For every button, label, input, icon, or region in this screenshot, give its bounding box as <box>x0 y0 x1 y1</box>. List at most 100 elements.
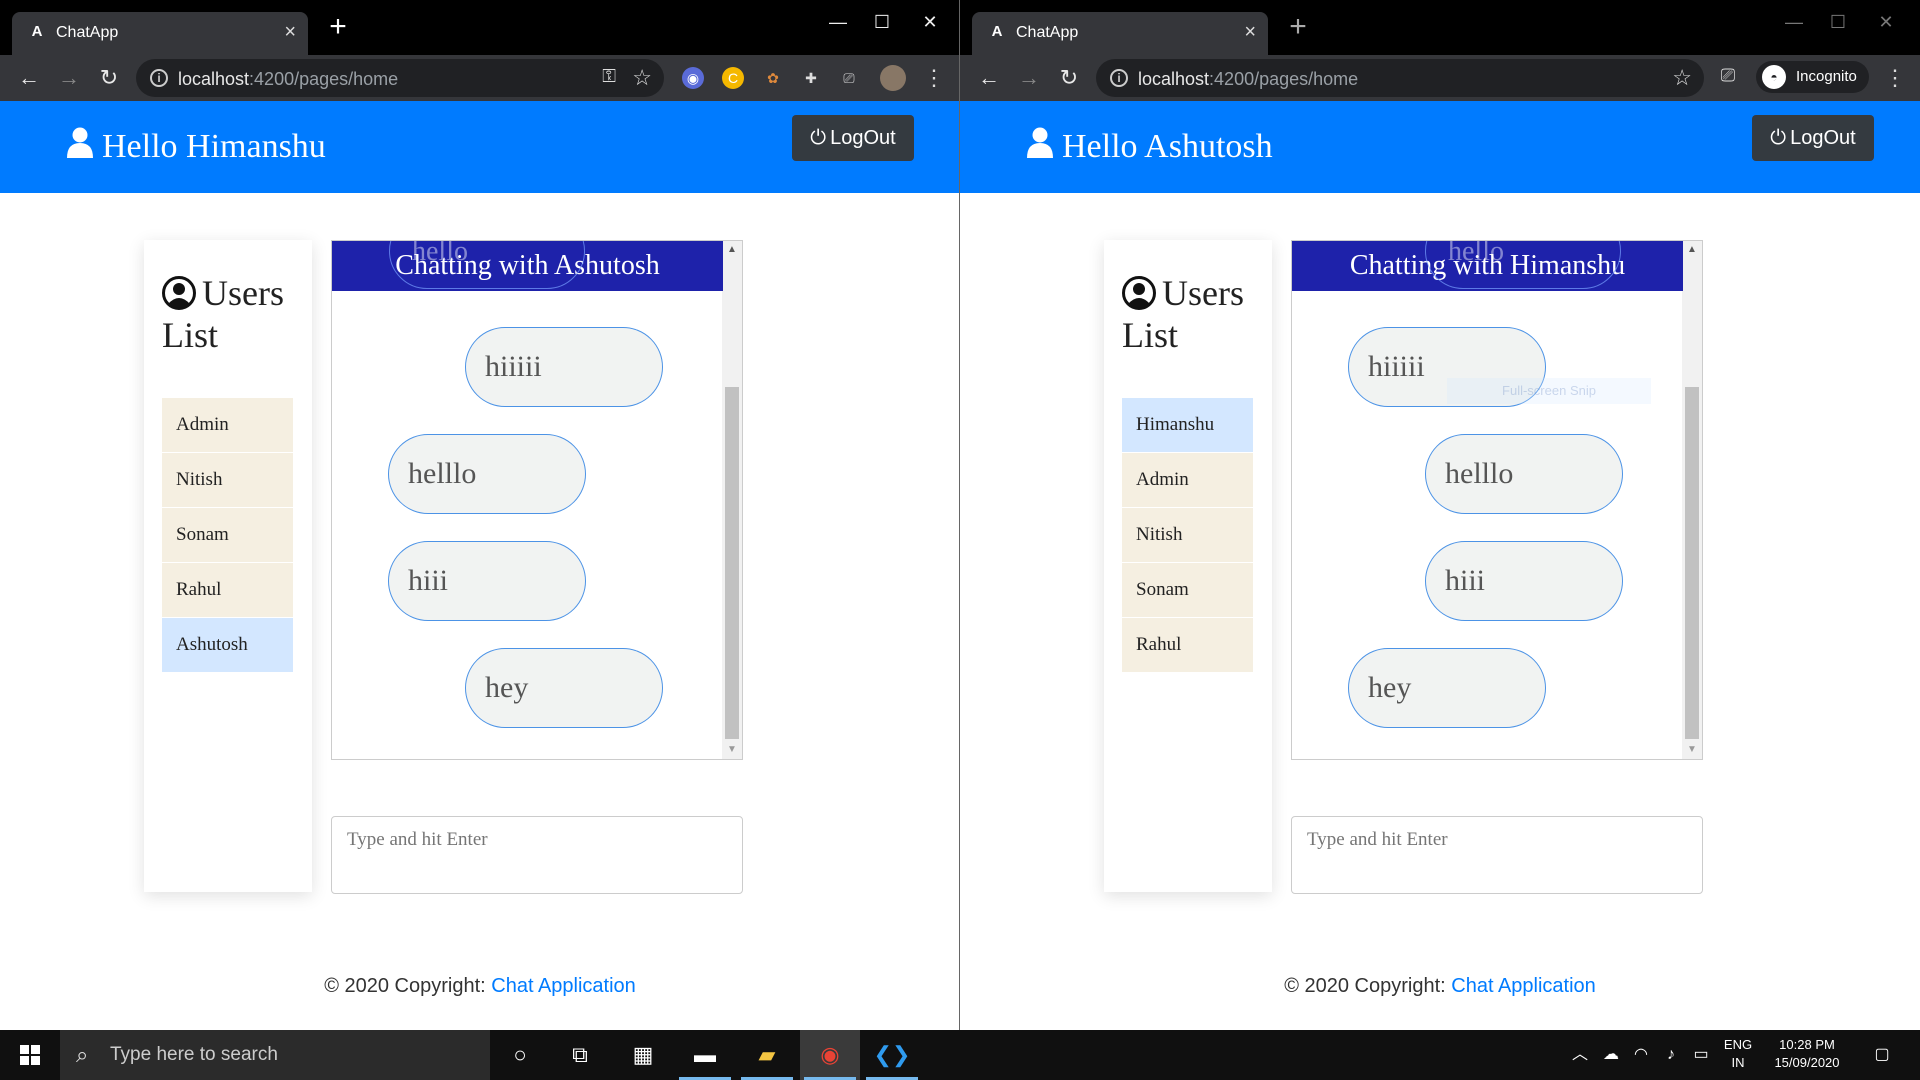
incognito-badge[interactable]: ◓ Incognito <box>1756 61 1869 93</box>
clock[interactable]: 10:28 PM 15/09/2020 <box>1764 1036 1850 1072</box>
password-key-icon[interactable]: ⚿ <box>602 66 616 87</box>
cortana-icon[interactable]: ○ <box>490 1030 550 1080</box>
chat-panel[interactable]: Chatting with Ashutosh hello hiiiii hell… <box>331 240 743 760</box>
user-item-ashutosh[interactable]: Ashutosh <box>162 618 293 672</box>
address-bar[interactable]: i localhost:4200/pages/home ☆ <box>1096 59 1704 97</box>
scroll-down-icon[interactable]: ▼ <box>722 741 742 759</box>
forward-icon[interactable]: → <box>1014 63 1044 93</box>
footer-link[interactable]: Chat Application <box>491 975 636 997</box>
power-icon: ⏻ <box>810 127 827 149</box>
battery-icon[interactable]: ▭ <box>1688 1030 1714 1080</box>
notifications-icon[interactable]: ▢ <box>1862 1030 1902 1080</box>
cast-icon[interactable]: ⎚ <box>1715 65 1741 91</box>
app-page: Hello Ashutosh ⏻ LogOut Users List Himans… <box>960 101 1920 1030</box>
store-icon[interactable]: ▦ <box>613 1030 673 1080</box>
show-hidden-icons-icon[interactable]: ︿ <box>1568 1030 1592 1080</box>
extensions-puzzle-icon[interactable]: ✚ <box>800 67 822 89</box>
users-list-title: Users List <box>162 273 284 355</box>
volume-icon[interactable]: ♪ <box>1658 1030 1684 1080</box>
onedrive-icon[interactable]: ☁ <box>1598 1030 1624 1080</box>
back-icon[interactable]: ← <box>974 63 1004 93</box>
windows-taskbar: ⌕ Type here to search ○ ⧉ ▦ ▬ ▰ ◉ ❮❯ ︿ ☁ … <box>0 1030 1920 1080</box>
cookie-extension-icon[interactable]: ✿ <box>762 67 784 89</box>
browser-tab[interactable]: A ChatApp × <box>12 12 308 55</box>
profile-avatar[interactable] <box>880 65 906 91</box>
browser-menu-icon[interactable]: ⋮ <box>1884 63 1906 93</box>
taskbar-search[interactable]: ⌕ Type here to search <box>60 1030 490 1080</box>
users-list-card: Users List Himanshu Admin Nitish Sonam R… <box>1104 240 1272 892</box>
user-item-admin[interactable]: Admin <box>162 398 293 452</box>
chat-panel[interactable]: Chatting with Himanshu hello hiiiii hell… <box>1291 240 1703 760</box>
browser-window-right: A ChatApp × + — ☐ ✕ ← → ↻ i localhost:42… <box>960 0 1920 1030</box>
angular-favicon-icon: A <box>991 23 1003 40</box>
tab-close-icon[interactable]: × <box>1244 21 1256 43</box>
chat-scrollbar[interactable]: ▲ ▼ <box>722 241 742 759</box>
chrome-icon[interactable]: ◉ <box>800 1030 860 1080</box>
user-item-himanshu[interactable]: Himanshu <box>1122 398 1253 452</box>
message-bubble-sent: hiiiii <box>465 327 663 407</box>
scroll-down-icon[interactable]: ▼ <box>1682 741 1702 759</box>
extension-icon[interactable]: ◉ <box>682 67 704 89</box>
language-indicator[interactable]: ENG IN <box>1718 1036 1758 1072</box>
reload-icon[interactable]: ↻ <box>94 63 124 93</box>
tab-close-icon[interactable]: × <box>284 21 296 43</box>
close-window-icon[interactable]: ✕ <box>1866 8 1906 36</box>
maximize-icon[interactable]: ☐ <box>1818 8 1858 36</box>
url-text[interactable]: localhost:4200/pages/home <box>1138 69 1358 89</box>
logout-button[interactable]: ⏻ LogOut <box>1752 115 1874 161</box>
user-item-sonam[interactable]: Sonam <box>162 508 293 562</box>
close-window-icon[interactable]: ✕ <box>910 8 950 36</box>
start-button[interactable] <box>0 1030 60 1080</box>
wifi-icon[interactable]: ◠ <box>1628 1030 1654 1080</box>
task-view-icon[interactable]: ⧉ <box>550 1030 610 1080</box>
greeting-text: Hello Himanshu <box>102 128 326 165</box>
browser-tab[interactable]: A ChatApp × <box>972 12 1268 55</box>
bookmark-star-icon[interactable]: ☆ <box>1672 65 1692 91</box>
message-bubble-sent: helllo <box>1425 434 1623 514</box>
app-header: Hello Ashutosh ⏻ LogOut <box>960 101 1920 193</box>
site-info-icon[interactable]: i <box>150 69 168 87</box>
user-item-admin[interactable]: Admin <box>1122 453 1253 507</box>
terminal-icon[interactable]: ▬ <box>675 1030 735 1080</box>
tab-strip: A ChatApp × + — ☐ ✕ <box>0 0 959 55</box>
scroll-up-icon[interactable]: ▲ <box>1682 241 1702 259</box>
footer-copyright: © 2020 Copyright: <box>324 975 492 997</box>
scrollbar-thumb[interactable] <box>1685 387 1699 739</box>
message-bubble-sent: hiii <box>1425 541 1623 621</box>
user-item-rahul[interactable]: Rahul <box>1122 618 1253 672</box>
cast-icon[interactable]: ⎚ <box>838 67 860 89</box>
address-bar[interactable]: i localhost:4200/pages/home ⚿ ☆ <box>136 59 664 97</box>
logout-button[interactable]: ⏻ LogOut <box>792 115 914 161</box>
minimize-icon[interactable]: — <box>818 8 858 36</box>
users-list-title: Users List <box>1122 273 1244 355</box>
windows-logo-icon <box>20 1045 40 1065</box>
greeting-text: Hello Ashutosh <box>1062 128 1273 165</box>
back-icon[interactable]: ← <box>14 63 44 93</box>
scroll-up-icon[interactable]: ▲ <box>722 241 742 259</box>
forward-icon[interactable]: → <box>54 63 84 93</box>
new-tab-icon[interactable]: + <box>1282 12 1314 44</box>
scrollbar-thumb[interactable] <box>725 387 739 739</box>
url-text[interactable]: localhost:4200/pages/home <box>178 69 398 89</box>
message-input[interactable] <box>1291 816 1703 894</box>
chat-scrollbar[interactable]: ▲ ▼ <box>1682 241 1702 759</box>
site-info-icon[interactable]: i <box>1110 69 1128 87</box>
user-item-sonam[interactable]: Sonam <box>1122 563 1253 617</box>
bookmark-star-icon[interactable]: ☆ <box>632 65 652 91</box>
snip-tooltip: Full-screen Snip <box>1447 378 1651 404</box>
user-item-rahul[interactable]: Rahul <box>162 563 293 617</box>
power-icon: ⏻ <box>1770 127 1787 149</box>
user-item-nitish[interactable]: Nitish <box>1122 508 1253 562</box>
extension-icon[interactable]: C <box>722 67 744 89</box>
reload-icon[interactable]: ↻ <box>1054 63 1084 93</box>
minimize-icon[interactable]: — <box>1774 8 1814 36</box>
new-tab-icon[interactable]: + <box>322 12 354 44</box>
vscode-icon[interactable]: ❮❯ <box>862 1030 922 1080</box>
browser-toolbar: ← → ↻ i localhost:4200/pages/home ⚿ ☆ ◉ … <box>0 55 959 101</box>
file-explorer-icon[interactable]: ▰ <box>737 1030 797 1080</box>
browser-menu-icon[interactable]: ⋮ <box>923 63 945 93</box>
message-input[interactable] <box>331 816 743 894</box>
user-item-nitish[interactable]: Nitish <box>162 453 293 507</box>
footer-link[interactable]: Chat Application <box>1451 975 1596 997</box>
maximize-icon[interactable]: ☐ <box>862 8 902 36</box>
